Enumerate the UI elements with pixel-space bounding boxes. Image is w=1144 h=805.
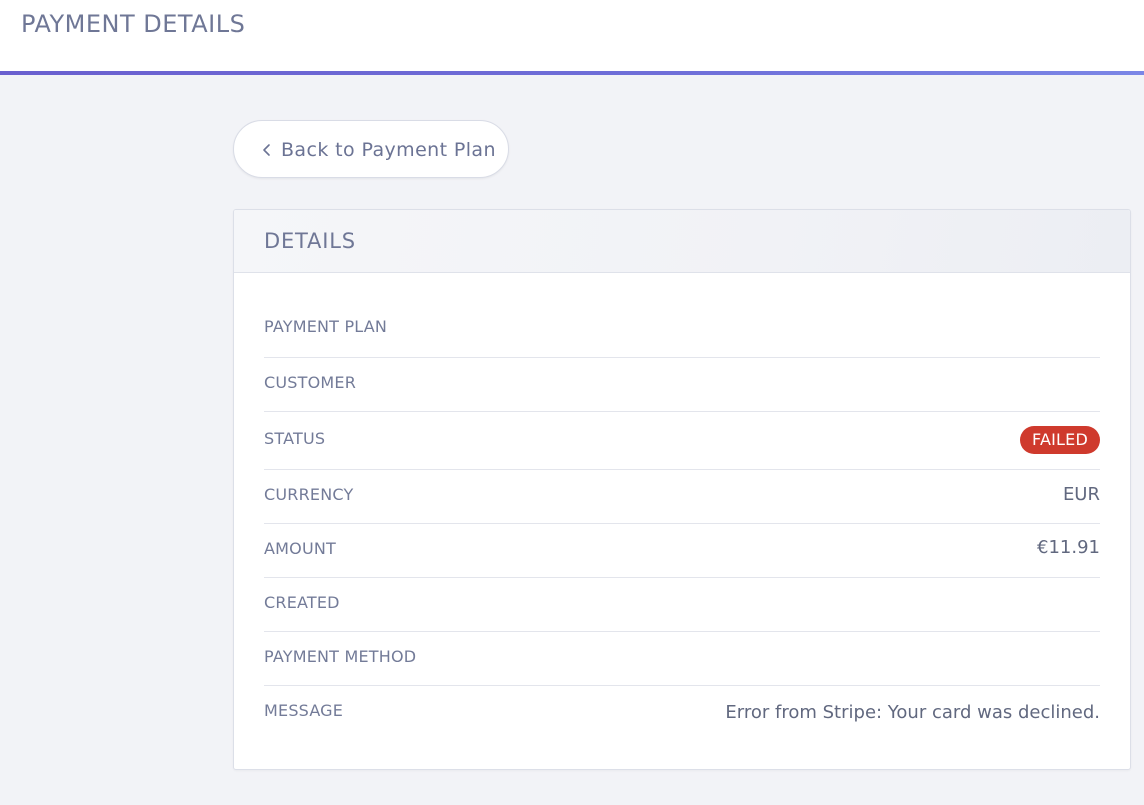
details-card: DETAILS PAYMENT PLAN CUSTOMER STATUS FAI… xyxy=(233,209,1131,770)
top-bar: PAYMENT DETAILS xyxy=(0,0,1144,71)
status-badge: FAILED xyxy=(1020,426,1100,454)
detail-label: PAYMENT METHOD xyxy=(264,647,417,666)
detail-row-message: MESSAGE Error from Stripe: Your card was… xyxy=(264,686,1100,756)
detail-label: CREATED xyxy=(264,593,340,612)
top-bar-accent-line xyxy=(0,71,1144,75)
detail-value: €11.91 xyxy=(1037,537,1100,558)
detail-label: AMOUNT xyxy=(264,539,336,558)
detail-row-payment-method: PAYMENT METHOD xyxy=(264,632,1100,686)
detail-row-created: CREATED xyxy=(264,578,1100,632)
back-button-label: Back to Payment Plan xyxy=(281,139,496,161)
page-title: PAYMENT DETAILS xyxy=(21,10,246,38)
back-to-payment-plan-button[interactable]: Back to Payment Plan xyxy=(233,120,509,178)
chevron-left-icon xyxy=(263,144,270,156)
details-card-header: DETAILS xyxy=(234,210,1130,273)
detail-label: STATUS xyxy=(264,429,326,448)
detail-value: EUR xyxy=(1062,484,1100,505)
detail-row-status: STATUS FAILED xyxy=(264,412,1100,470)
detail-row-amount: AMOUNT €11.91 xyxy=(264,524,1100,578)
detail-row-customer: CUSTOMER xyxy=(264,358,1100,412)
detail-label: CUSTOMER xyxy=(264,373,357,392)
detail-label: PAYMENT PLAN xyxy=(264,317,388,336)
details-card-title: DETAILS xyxy=(264,229,356,253)
detail-row-payment-plan: PAYMENT PLAN xyxy=(264,273,1100,358)
detail-label: CURRENCY xyxy=(264,485,354,504)
detail-row-currency: CURRENCY EUR xyxy=(264,470,1100,524)
detail-value: Error from Stripe: Your card was decline… xyxy=(725,702,1100,723)
detail-label: MESSAGE xyxy=(264,701,344,720)
